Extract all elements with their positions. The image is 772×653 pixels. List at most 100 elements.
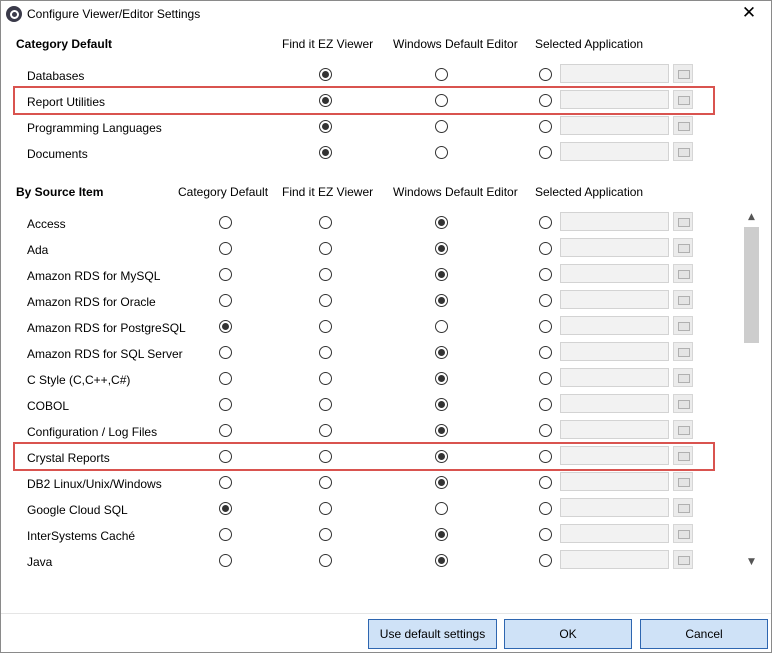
radio-windows-default-editor[interactable] bbox=[435, 268, 448, 281]
radio-selected-application[interactable] bbox=[539, 372, 552, 385]
selected-application-field[interactable] bbox=[560, 550, 669, 569]
radio-selected-application[interactable] bbox=[539, 68, 552, 81]
radio-selected-application[interactable] bbox=[539, 424, 552, 437]
selected-application-field[interactable] bbox=[560, 420, 669, 439]
radio-selected-application[interactable] bbox=[539, 294, 552, 307]
selected-application-field[interactable] bbox=[560, 368, 669, 387]
use-default-settings-button[interactable]: Use default settings bbox=[368, 619, 497, 649]
radio-find-it-ez-viewer[interactable] bbox=[319, 216, 332, 229]
selected-application-field[interactable] bbox=[560, 116, 669, 135]
radio-selected-application[interactable] bbox=[539, 502, 552, 515]
radio-find-it-ez-viewer[interactable] bbox=[319, 424, 332, 437]
radio-selected-application[interactable] bbox=[539, 528, 552, 541]
radio-find-it-ez-viewer[interactable] bbox=[319, 242, 332, 255]
folder-icon[interactable] bbox=[673, 472, 693, 491]
radio-windows-default-editor[interactable] bbox=[435, 146, 448, 159]
radio-category-default[interactable] bbox=[219, 476, 232, 489]
radio-category-default[interactable] bbox=[219, 528, 232, 541]
selected-application-field[interactable] bbox=[560, 238, 669, 257]
folder-icon[interactable] bbox=[673, 342, 693, 361]
radio-windows-default-editor[interactable] bbox=[435, 346, 448, 359]
radio-category-default[interactable] bbox=[219, 242, 232, 255]
selected-application-field[interactable] bbox=[560, 316, 669, 335]
radio-windows-default-editor[interactable] bbox=[435, 398, 448, 411]
radio-windows-default-editor[interactable] bbox=[435, 216, 448, 229]
folder-icon[interactable] bbox=[673, 550, 693, 569]
ok-button[interactable]: OK bbox=[504, 619, 632, 649]
radio-find-it-ez-viewer[interactable] bbox=[319, 528, 332, 541]
radio-find-it-ez-viewer[interactable] bbox=[319, 346, 332, 359]
radio-find-it-ez-viewer[interactable] bbox=[319, 502, 332, 515]
radio-category-default[interactable] bbox=[219, 216, 232, 229]
folder-icon[interactable] bbox=[673, 142, 693, 161]
folder-icon[interactable] bbox=[673, 368, 693, 387]
radio-selected-application[interactable] bbox=[539, 242, 552, 255]
radio-category-default[interactable] bbox=[219, 372, 232, 385]
radio-windows-default-editor[interactable] bbox=[435, 502, 448, 515]
radio-selected-application[interactable] bbox=[539, 120, 552, 133]
folder-icon[interactable] bbox=[673, 116, 693, 135]
radio-windows-default-editor[interactable] bbox=[435, 120, 448, 133]
selected-application-field[interactable] bbox=[560, 394, 669, 413]
radio-category-default[interactable] bbox=[219, 294, 232, 307]
selected-application-field[interactable] bbox=[560, 142, 669, 161]
selected-application-field[interactable] bbox=[560, 472, 669, 491]
selected-application-field[interactable] bbox=[560, 212, 669, 231]
radio-selected-application[interactable] bbox=[539, 476, 552, 489]
scroll-down-icon[interactable]: ▼ bbox=[743, 554, 760, 571]
radio-windows-default-editor[interactable] bbox=[435, 424, 448, 437]
radio-windows-default-editor[interactable] bbox=[435, 320, 448, 333]
radio-find-it-ez-viewer[interactable] bbox=[319, 146, 332, 159]
scroll-up-icon[interactable]: ▲ bbox=[743, 209, 760, 226]
selected-application-field[interactable] bbox=[560, 264, 669, 283]
radio-selected-application[interactable] bbox=[539, 554, 552, 567]
radio-find-it-ez-viewer[interactable] bbox=[319, 294, 332, 307]
radio-find-it-ez-viewer[interactable] bbox=[319, 120, 332, 133]
selected-application-field[interactable] bbox=[560, 342, 669, 361]
radio-selected-application[interactable] bbox=[539, 268, 552, 281]
radio-windows-default-editor[interactable] bbox=[435, 554, 448, 567]
radio-find-it-ez-viewer[interactable] bbox=[319, 268, 332, 281]
radio-windows-default-editor[interactable] bbox=[435, 242, 448, 255]
radio-find-it-ez-viewer[interactable] bbox=[319, 398, 332, 411]
radio-category-default[interactable] bbox=[219, 398, 232, 411]
radio-windows-default-editor[interactable] bbox=[435, 372, 448, 385]
radio-selected-application[interactable] bbox=[539, 146, 552, 159]
radio-selected-application[interactable] bbox=[539, 320, 552, 333]
radio-find-it-ez-viewer[interactable] bbox=[319, 476, 332, 489]
radio-category-default[interactable] bbox=[219, 320, 232, 333]
radio-category-default[interactable] bbox=[219, 424, 232, 437]
radio-find-it-ez-viewer[interactable] bbox=[319, 554, 332, 567]
cancel-button[interactable]: Cancel bbox=[640, 619, 768, 649]
folder-icon[interactable] bbox=[673, 290, 693, 309]
radio-category-default[interactable] bbox=[219, 554, 232, 567]
folder-icon[interactable] bbox=[673, 212, 693, 231]
folder-icon[interactable] bbox=[673, 238, 693, 257]
close-button[interactable]: ✕ bbox=[729, 1, 769, 27]
folder-icon[interactable] bbox=[673, 264, 693, 283]
radio-category-default[interactable] bbox=[219, 346, 232, 359]
radio-windows-default-editor[interactable] bbox=[435, 68, 448, 81]
radio-windows-default-editor[interactable] bbox=[435, 294, 448, 307]
selected-application-field[interactable] bbox=[560, 498, 669, 517]
scroll-thumb[interactable] bbox=[744, 227, 759, 343]
selected-application-field[interactable] bbox=[560, 290, 669, 309]
radio-category-default[interactable] bbox=[219, 268, 232, 281]
folder-icon[interactable] bbox=[673, 394, 693, 413]
folder-icon[interactable] bbox=[673, 420, 693, 439]
radio-find-it-ez-viewer[interactable] bbox=[319, 68, 332, 81]
radio-selected-application[interactable] bbox=[539, 398, 552, 411]
selected-application-field[interactable] bbox=[560, 524, 669, 543]
folder-icon[interactable] bbox=[673, 498, 693, 517]
radio-category-default[interactable] bbox=[219, 502, 232, 515]
folder-icon[interactable] bbox=[673, 64, 693, 83]
radio-windows-default-editor[interactable] bbox=[435, 528, 448, 541]
vertical-scrollbar[interactable]: ▲ ▼ bbox=[743, 209, 760, 571]
folder-icon[interactable] bbox=[673, 316, 693, 335]
folder-icon[interactable] bbox=[673, 524, 693, 543]
radio-windows-default-editor[interactable] bbox=[435, 476, 448, 489]
selected-application-field[interactable] bbox=[560, 64, 669, 83]
radio-selected-application[interactable] bbox=[539, 216, 552, 229]
radio-find-it-ez-viewer[interactable] bbox=[319, 372, 332, 385]
radio-find-it-ez-viewer[interactable] bbox=[319, 320, 332, 333]
